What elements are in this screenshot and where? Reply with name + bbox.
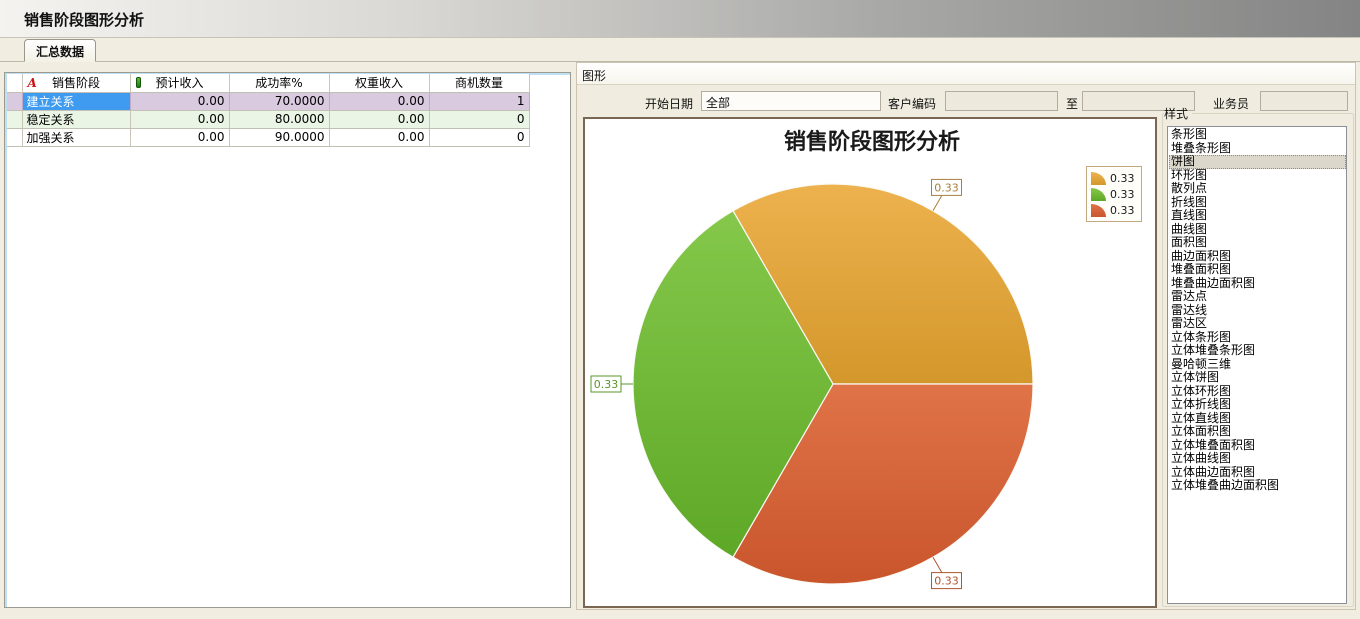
graph-panel-caption: 图形 <box>577 63 1355 85</box>
style-option[interactable]: 立体面积图 <box>1169 425 1346 439</box>
svg-text:0.33: 0.33 <box>594 378 619 391</box>
tab-strip: 汇总数据 <box>0 38 1360 62</box>
green-pen-icon <box>136 77 141 88</box>
cell-success[interactable]: 80.0000 <box>229 110 329 128</box>
style-option[interactable]: 立体饼图 <box>1169 371 1346 385</box>
row-indicator-header[interactable] <box>7 74 22 92</box>
style-option[interactable]: 立体直线图 <box>1169 412 1346 426</box>
cell-weighted[interactable]: 0.00 <box>329 128 429 146</box>
start-date-combo[interactable]: 全部 <box>701 91 881 111</box>
style-option[interactable]: 立体堆叠条形图 <box>1169 344 1346 358</box>
legend-label: 0.33 <box>1110 204 1135 217</box>
to-label: 至 <box>1066 95 1078 112</box>
cell-expected[interactable]: 0.00 <box>130 92 229 110</box>
col-header-expected-label: 预计收入 <box>155 76 203 90</box>
style-option[interactable]: 立体环形图 <box>1169 385 1346 399</box>
col-header-expected-income[interactable]: 预计收入 <box>130 74 229 92</box>
style-option[interactable]: 立体堆叠曲边面积图 <box>1169 479 1346 493</box>
legend-swatch-icon <box>1091 204 1106 217</box>
style-option[interactable]: 曲线图 <box>1169 223 1346 237</box>
window-title-bar: 销售阶段图形分析 <box>0 0 1360 38</box>
style-option[interactable]: 直线图 <box>1169 209 1346 223</box>
style-option[interactable]: 面积图 <box>1169 236 1346 250</box>
cell-weighted[interactable]: 0.00 <box>329 110 429 128</box>
col-header-success-rate[interactable]: 成功率% <box>229 74 329 92</box>
style-option[interactable]: 立体曲边面积图 <box>1169 466 1346 480</box>
style-option[interactable]: 雷达区 <box>1169 317 1346 331</box>
cell-expected[interactable]: 0.00 <box>130 110 229 128</box>
sort-a-icon: A <box>28 76 37 90</box>
pie-chart: 0.33 0.33 0.33 销售阶段图形分析 <box>585 119 1155 606</box>
style-option[interactable]: 堆叠面积图 <box>1169 263 1346 277</box>
style-option[interactable]: 散列点 <box>1169 182 1346 196</box>
col-header-stage-label: 销售阶段 <box>52 76 100 90</box>
cell-weighted[interactable]: 0.00 <box>329 92 429 110</box>
row-indicator[interactable] <box>7 128 22 146</box>
pie-label: 0.33 <box>591 376 621 392</box>
table-header-row: A 销售阶段 预计收入 成功率% 权重收入 商机数量 <box>7 74 529 92</box>
style-list[interactable]: 条形图堆叠条形图饼图环形图散列点折线图直线图曲线图面积图曲边面积图堆叠面积图堆叠… <box>1167 126 1347 604</box>
legend-label: 0.33 <box>1110 188 1135 201</box>
row-indicator[interactable] <box>7 92 22 110</box>
window-title: 销售阶段图形分析 <box>24 9 144 30</box>
summary-grid-panel: A 销售阶段 预计收入 成功率% 权重收入 商机数量 建立关系 0.00 70.… <box>4 72 571 608</box>
col-header-weighted-income[interactable]: 权重收入 <box>329 74 429 92</box>
cell-success[interactable]: 70.0000 <box>229 92 329 110</box>
graph-panel: 图形 开始日期 全部 客户编码 至 业务员 0.330.330.33销售阶段图形… <box>576 62 1356 610</box>
cell-stage[interactable]: 建立关系 <box>22 92 130 110</box>
legend-swatch-icon <box>1091 188 1106 201</box>
table-row: 稳定关系 0.00 80.0000 0.00 0 <box>7 110 529 128</box>
cell-stage[interactable]: 稳定关系 <box>22 110 130 128</box>
style-option[interactable]: 立体堆叠面积图 <box>1169 439 1346 453</box>
style-option[interactable]: 雷达点 <box>1169 290 1346 304</box>
svg-text:0.33: 0.33 <box>934 575 959 588</box>
start-date-label: 开始日期 <box>645 95 693 112</box>
style-option[interactable]: 立体曲线图 <box>1169 452 1346 466</box>
style-group: 样式 条形图堆叠条形图饼图环形图散列点折线图直线图曲线图面积图曲边面积图堆叠面积… <box>1162 105 1354 607</box>
style-option[interactable]: 折线图 <box>1169 196 1346 210</box>
style-option[interactable]: 曲边面积图 <box>1169 250 1346 264</box>
cell-count[interactable]: 1 <box>429 92 529 110</box>
legend-swatch-icon <box>1091 172 1106 185</box>
style-group-title: 样式 <box>1164 105 1192 122</box>
pie-label: 0.33 <box>932 179 962 195</box>
table-row: 建立关系 0.00 70.0000 0.00 1 <box>7 92 529 110</box>
style-option[interactable]: 立体条形图 <box>1169 331 1346 345</box>
customer-code-from-input[interactable] <box>945 91 1058 111</box>
style-option[interactable]: 立体折线图 <box>1169 398 1346 412</box>
style-option[interactable]: 环形图 <box>1169 169 1346 183</box>
legend-label: 0.33 <box>1110 172 1135 185</box>
legend-entry: 0.33 <box>1091 202 1141 218</box>
legend-entry: 0.33 <box>1091 170 1141 186</box>
customer-code-label: 客户编码 <box>888 95 936 112</box>
style-option[interactable]: 饼图 <box>1169 155 1346 169</box>
pie-label: 0.33 <box>932 573 962 589</box>
row-indicator[interactable] <box>7 110 22 128</box>
chart-title: 销售阶段图形分析 <box>784 129 960 155</box>
legend-entry: 0.33 <box>1091 186 1141 202</box>
cell-count[interactable]: 0 <box>429 110 529 128</box>
svg-text:0.33: 0.33 <box>934 181 959 194</box>
chart-legend: 0.33 0.33 0.33 <box>1086 166 1142 222</box>
table-row: 加强关系 0.00 90.0000 0.00 0 <box>7 128 529 146</box>
style-option[interactable]: 堆叠条形图 <box>1169 142 1346 156</box>
chart-area: 0.33 0.33 0.33 销售阶段图形分析 0.33 0.33 0.33 <box>583 117 1157 608</box>
cell-success[interactable]: 90.0000 <box>229 128 329 146</box>
style-option[interactable]: 堆叠曲边面积图 <box>1169 277 1346 291</box>
style-option[interactable]: 雷达线 <box>1169 304 1346 318</box>
cell-expected[interactable]: 0.00 <box>130 128 229 146</box>
cell-count[interactable]: 0 <box>429 128 529 146</box>
col-header-stage[interactable]: A 销售阶段 <box>22 74 130 92</box>
tab-summary-data[interactable]: 汇总数据 <box>24 39 96 62</box>
col-header-opportunity-count[interactable]: 商机数量 <box>429 74 529 92</box>
style-option[interactable]: 条形图 <box>1169 128 1346 142</box>
cell-stage[interactable]: 加强关系 <box>22 128 130 146</box>
summary-table: A 销售阶段 预计收入 成功率% 权重收入 商机数量 建立关系 0.00 70.… <box>7 74 530 147</box>
style-option[interactable]: 曼哈顿三维 <box>1169 358 1346 372</box>
